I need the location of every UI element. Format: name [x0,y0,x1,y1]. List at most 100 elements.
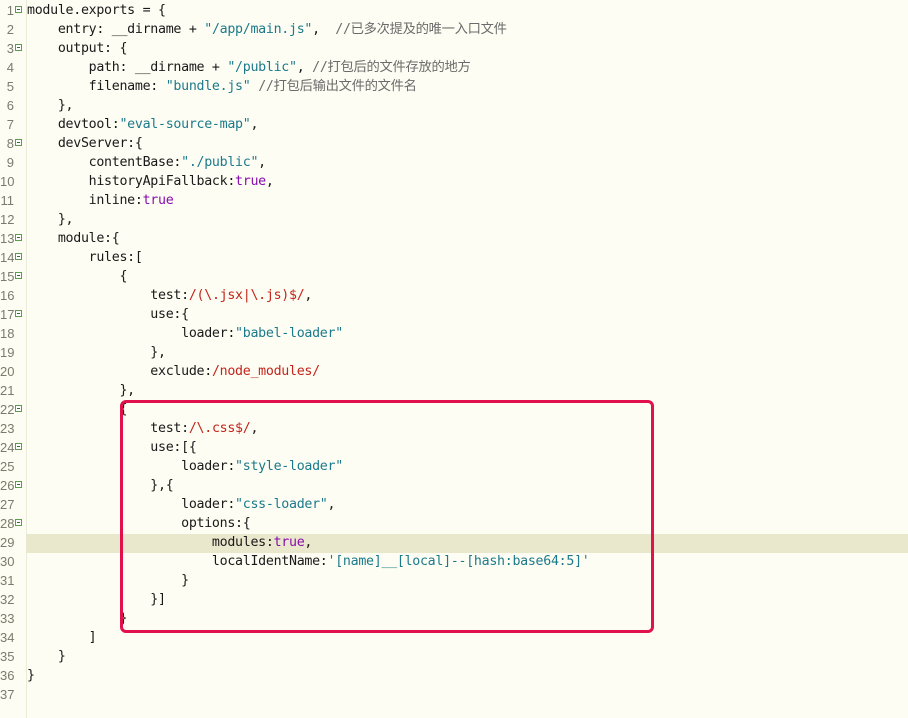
code-token: , [304,535,313,550]
code-line[interactable]: 10 historyApiFallback:true, [0,172,908,191]
line-code: loader:"babel-loader" [27,324,343,343]
line-number: 26 [0,478,15,493]
code-line[interactable]: 33 } [0,609,908,628]
code-line[interactable]: 11 inline:true [0,191,908,210]
fold-collapse-icon[interactable] [15,253,22,260]
code-line[interactable]: 4 path: __dirname + "/public", //打包后的文件存… [0,58,908,77]
fold-collapse-icon[interactable] [15,272,22,279]
line-number: 27 [0,497,15,512]
line-code: filename: "bundle.js" //打包后输出文件的文件名 [27,77,417,96]
line-code: path: __dirname + "/public", //打包后的文件存放的… [27,58,471,77]
code-line[interactable]: 37 [0,685,908,704]
code-token: /(\.jsx|\.js)$/ [188,288,305,303]
line-code: contentBase:"./public", [27,153,267,172]
code-line[interactable]: 25 loader:"style-loader" [0,457,908,476]
code-token: "bundle.js" [165,79,251,94]
fold-collapse-icon[interactable] [15,44,22,51]
line-code: devtool:"eval-source-map", [27,115,259,134]
code-line[interactable]: 15 { [0,267,908,286]
line-code: loader:"css-loader", [27,495,335,514]
code-token: { [27,402,128,417]
code-token: , [250,117,259,132]
line-code: } [27,609,127,628]
code-token: historyApiFallback: [27,174,236,189]
fold-collapse-icon[interactable] [15,519,22,526]
code-line[interactable]: 1 module.exports = { [0,1,908,20]
code-token: }, [27,98,74,113]
code-line[interactable]: 21 }, [0,381,908,400]
line-code: } [27,666,35,685]
code-line[interactable]: 30 localIdentName:'[name]__[local]--[has… [0,552,908,571]
fold-collapse-icon[interactable] [15,310,22,317]
code-token: exclude: [27,364,212,379]
line-code: test:/(\.jsx|\.js)$/, [27,286,312,305]
code-line[interactable]: 24 use:[{ [0,438,908,457]
code-line[interactable]: 26 },{ [0,476,908,495]
code-line[interactable]: 23 test:/\.css$/, [0,419,908,438]
code-token: , [258,155,266,170]
code-editor[interactable]: 1 module.exports = {2 entry: __dirname + … [0,0,908,718]
code-token: devtool: [27,117,120,132]
fold-collapse-icon[interactable] [15,139,22,146]
line-code: }, [27,210,74,229]
code-token: test: [27,421,189,436]
code-line[interactable]: 12 }, [0,210,908,229]
code-line[interactable]: 29 modules:true, [0,533,908,552]
line-code: module:{ [27,229,120,248]
code-token: "babel-loader" [235,326,343,341]
fold-collapse-icon[interactable] [15,405,22,412]
code-token: , [304,288,313,303]
fold-collapse-icon[interactable] [15,6,22,13]
code-token: { [27,269,128,284]
code-token: true [273,535,305,550]
code-token: } [27,573,189,588]
code-line[interactable]: 20 exclude:/node_modules/ [0,362,908,381]
line-number: 23 [0,421,15,436]
code-line[interactable]: 32 }] [0,590,908,609]
fold-collapse-icon[interactable] [15,443,22,450]
code-token: loader: [27,497,236,512]
code-token: /node_modules/ [211,364,320,379]
code-line[interactable]: 22 { [0,400,908,419]
line-number: 8 [6,136,14,151]
code-token: }, [27,383,135,398]
code-line[interactable]: 7 devtool:"eval-source-map", [0,115,908,134]
code-token: modules: [27,535,274,550]
code-token: "css-loader" [235,497,328,512]
code-line[interactable]: 6 }, [0,96,908,115]
fold-collapse-icon[interactable] [15,234,22,241]
code-line[interactable]: 13 module:{ [0,229,908,248]
code-line[interactable]: 19 }, [0,343,908,362]
code-token: /\.css$/ [188,421,251,436]
line-number: 18 [0,326,15,341]
code-line[interactable]: 34 ] [0,628,908,647]
code-token: filename: [27,79,166,94]
line-code: rules:[ [27,248,143,267]
code-token: use:[{ [27,440,197,455]
code-line[interactable]: 28 options:{ [0,514,908,533]
line-number: 35 [0,649,15,664]
code-line[interactable]: 27 loader:"css-loader", [0,495,908,514]
code-line[interactable]: 18 loader:"babel-loader" [0,324,908,343]
code-line[interactable]: 9 contentBase:"./public", [0,153,908,172]
code-line[interactable]: 8 devServer:{ [0,134,908,153]
line-number: 37 [0,687,15,702]
line-code: loader:"style-loader" [27,457,343,476]
code-line[interactable]: 5 filename: "bundle.js" //打包后输出文件的文件名 [0,77,908,96]
code-line[interactable]: 35 } [0,647,908,666]
code-line[interactable]: 3 output: { [0,39,908,58]
code-token: } [27,668,35,683]
code-line[interactable]: 16 test:/(\.jsx|\.js)$/, [0,286,908,305]
line-number: 28 [0,516,15,531]
code-token: }, [27,345,166,360]
line-number: 1 [6,3,14,18]
fold-collapse-icon[interactable] [15,481,22,488]
code-line[interactable]: 31 } [0,571,908,590]
code-line[interactable]: 14 rules:[ [0,248,908,267]
line-number: 31 [0,573,15,588]
code-line[interactable]: 2 entry: __dirname + "/app/main.js", //已… [0,20,908,39]
code-line[interactable]: 36} [0,666,908,685]
code-line[interactable]: 17 use:{ [0,305,908,324]
code-token: contentBase: [27,155,182,170]
code-token: inline: [27,193,143,208]
